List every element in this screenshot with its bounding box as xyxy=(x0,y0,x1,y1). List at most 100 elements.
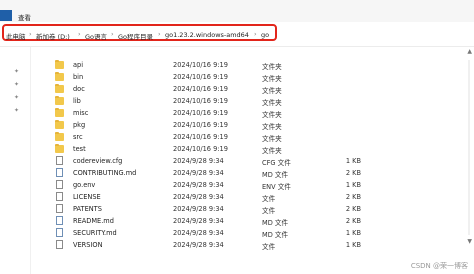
file-type: 文件夹 xyxy=(262,75,282,83)
list-item[interactable]: src 2024/10/16 9:19 文件夹 xyxy=(46,132,426,143)
breadcrumb-separator[interactable]: › xyxy=(29,30,32,38)
file-date: 2024/9/28 9:34 xyxy=(173,193,224,201)
file-name: go.env xyxy=(73,181,96,189)
breadcrumb-separator[interactable]: › xyxy=(158,30,161,38)
file-date: 2024/10/16 9:19 xyxy=(173,61,228,69)
file-name: test xyxy=(73,145,86,153)
list-item[interactable]: SECURITY.md 2024/9/28 9:34 MD 文件 1 KB xyxy=(46,228,426,239)
file-name: api xyxy=(73,61,84,69)
breadcrumb-item-this-pc[interactable]: 此电脑 xyxy=(6,31,26,41)
breadcrumb-separator[interactable]: › xyxy=(111,30,114,38)
file-type: 文件夹 xyxy=(262,135,282,143)
breadcrumb-item-go-version[interactable]: go1.23.2.windows-amd64 xyxy=(165,31,249,39)
folder-icon xyxy=(55,72,64,81)
list-item[interactable]: test 2024/10/16 9:19 文件夹 xyxy=(46,144,426,155)
list-item[interactable]: misc 2024/10/16 9:19 文件夹 xyxy=(46,108,426,119)
breadcrumb-item-go-lang[interactable]: Go语言 xyxy=(85,31,107,41)
file-type: 文件夹 xyxy=(262,147,282,155)
file-name: VERSION xyxy=(73,241,103,249)
pin-icon[interactable]: ✦ xyxy=(14,82,20,88)
list-item[interactable]: lib 2024/10/16 9:19 文件夹 xyxy=(46,96,426,107)
file-date: 2024/10/16 9:19 xyxy=(173,121,228,129)
file-type: MD 文件 xyxy=(262,231,289,239)
list-item[interactable]: bin 2024/10/16 9:19 文件夹 xyxy=(46,72,426,83)
watermark: CSDN @荣一博客 xyxy=(410,262,468,270)
markdown-file-icon xyxy=(56,216,63,225)
folder-icon xyxy=(55,96,64,105)
file-date: 2024/9/28 9:34 xyxy=(173,169,224,177)
file-name: LICENSE xyxy=(73,193,101,201)
breadcrumb-separator[interactable]: › xyxy=(254,30,257,38)
file-date: 2024/10/16 9:19 xyxy=(173,97,228,105)
file-date: 2024/9/28 9:34 xyxy=(173,181,224,189)
file-size: 1 KB xyxy=(345,181,361,189)
file-name: lib xyxy=(73,97,81,105)
file-date: 2024/9/28 9:34 xyxy=(173,205,224,213)
file-size: 1 KB xyxy=(345,241,361,249)
file-name: README.md xyxy=(73,217,114,225)
file-size: 2 KB xyxy=(345,205,361,213)
file-date: 2024/10/16 9:19 xyxy=(173,73,228,81)
file-date: 2024/9/28 9:34 xyxy=(173,229,224,237)
file-icon xyxy=(56,180,63,189)
folder-icon xyxy=(55,132,64,141)
folder-icon xyxy=(55,84,64,93)
file-type: 文件 xyxy=(262,195,276,203)
list-item[interactable]: pkg 2024/10/16 9:19 文件夹 xyxy=(46,120,426,131)
divider xyxy=(0,46,474,47)
file-name: codereview.cfg xyxy=(73,157,123,165)
file-type: MD 文件 xyxy=(262,171,289,179)
folder-icon xyxy=(55,144,64,153)
file-icon xyxy=(56,240,63,249)
pin-icon[interactable]: ✦ xyxy=(14,108,20,114)
navigation-pane: ✦ ✦ ✦ ✦ xyxy=(0,47,31,274)
list-item[interactable]: PATENTS 2024/9/28 9:34 文件 2 KB xyxy=(46,204,426,215)
list-item[interactable]: VERSION 2024/9/28 9:34 文件 1 KB xyxy=(46,240,426,251)
file-size: 1 KB xyxy=(345,157,361,165)
file-size: 1 KB xyxy=(345,229,361,237)
breadcrumb-item-go-dir[interactable]: Go程序目录 xyxy=(118,31,153,41)
list-item[interactable]: CONTRIBUTING.md 2024/9/28 9:34 MD 文件 2 K… xyxy=(46,168,426,179)
menu-view[interactable]: 查看 xyxy=(18,12,31,22)
file-name: PATENTS xyxy=(73,205,102,213)
scroll-down-icon[interactable]: ▼ xyxy=(467,238,472,245)
file-type: 文件夹 xyxy=(262,123,282,131)
list-item[interactable]: codereview.cfg 2024/9/28 9:34 CFG 文件 1 K… xyxy=(46,156,426,167)
scroll-up-icon[interactable]: ▲ xyxy=(467,48,472,55)
pin-icon[interactable]: ✦ xyxy=(14,95,20,101)
list-item[interactable]: doc 2024/10/16 9:19 文件夹 xyxy=(46,84,426,95)
file-name: doc xyxy=(73,85,85,93)
file-icon xyxy=(56,192,63,201)
file-menu-tab[interactable] xyxy=(0,10,12,21)
folder-icon xyxy=(55,120,64,129)
breadcrumb[interactable]: 此电脑 › 新加卷 (D:) › Go语言 › Go程序目录 › go1.23.… xyxy=(2,24,277,41)
folder-icon xyxy=(55,60,64,69)
markdown-file-icon xyxy=(56,228,63,237)
list-item[interactable]: go.env 2024/9/28 9:34 ENV 文件 1 KB xyxy=(46,180,426,191)
file-date: 2024/9/28 9:34 xyxy=(173,157,224,165)
breadcrumb-item-go[interactable]: go xyxy=(261,31,269,39)
file-icon xyxy=(56,156,63,165)
file-icon xyxy=(56,204,63,213)
breadcrumb-item-drive[interactable]: 新加卷 (D:) xyxy=(36,31,70,41)
file-date: 2024/9/28 9:34 xyxy=(173,217,224,225)
file-name: src xyxy=(73,133,83,141)
file-size: 2 KB xyxy=(345,169,361,177)
file-type: MD 文件 xyxy=(262,219,289,227)
file-date: 2024/10/16 9:19 xyxy=(173,109,228,117)
file-name: misc xyxy=(73,109,89,117)
file-type: 文件 xyxy=(262,207,276,215)
scrollbar[interactable] xyxy=(468,60,470,235)
list-item[interactable]: api 2024/10/16 9:19 文件夹 xyxy=(46,60,426,71)
folder-icon xyxy=(55,108,64,117)
file-name: pkg xyxy=(73,121,86,129)
file-type: 文件夹 xyxy=(262,87,282,95)
file-name: CONTRIBUTING.md xyxy=(73,169,137,177)
file-name: SECURITY.md xyxy=(73,229,117,237)
list-item[interactable]: LICENSE 2024/9/28 9:34 文件 2 KB xyxy=(46,192,426,203)
file-date: 2024/10/16 9:19 xyxy=(173,145,228,153)
breadcrumb-separator[interactable]: › xyxy=(78,30,81,38)
file-date: 2024/9/28 9:34 xyxy=(173,241,224,249)
pin-icon[interactable]: ✦ xyxy=(14,69,20,75)
list-item[interactable]: README.md 2024/9/28 9:34 MD 文件 2 KB xyxy=(46,216,426,227)
